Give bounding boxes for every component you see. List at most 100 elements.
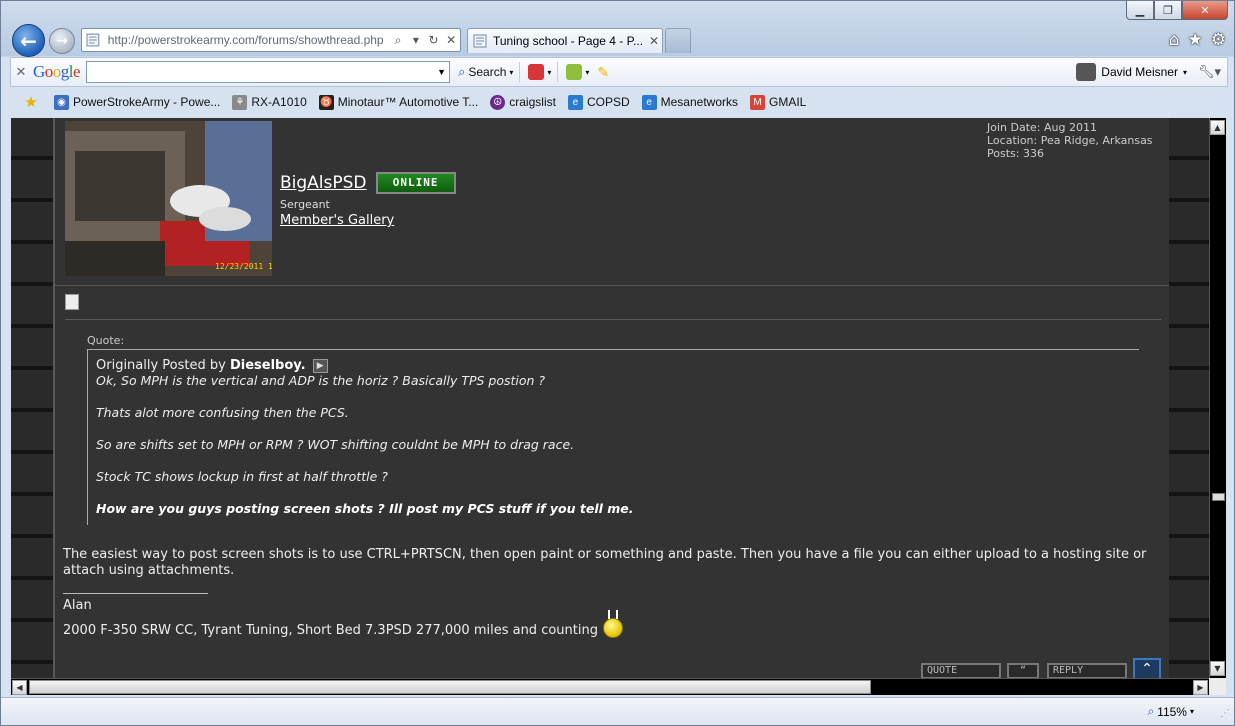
google-search-input[interactable]: ▼	[86, 61, 451, 83]
multiquote-button[interactable]: “	[1007, 663, 1039, 678]
quote-author: Dieselboy.	[229, 358, 306, 373]
favorite-link-6[interactable]: M GMAIL	[750, 94, 806, 110]
zoom-level: 115%	[1157, 704, 1187, 719]
back-to-top-button[interactable]: ⌃	[1133, 658, 1161, 678]
favorite-label: COPSD	[586, 95, 630, 109]
popup-blocker-icon	[528, 64, 545, 80]
close-tab-icon[interactable]: ✕	[646, 34, 662, 48]
maximize-button[interactable]: ❐	[1154, 1, 1182, 20]
horizontal-scrollbar[interactable]: ◀ ▶	[11, 678, 1209, 695]
user-avatar-photo[interactable]: 12/23/2011 14:16	[65, 121, 272, 276]
address-bar[interactable]: http://powerstrokearmy.com/forums/showth…	[81, 28, 461, 52]
zoom-magnifier-icon: ⌕	[1147, 704, 1155, 718]
quote-line: Ok, So MPH is the vertical and ADP is th…	[96, 373, 546, 388]
dropdown-icon[interactable]: ▾	[407, 33, 425, 47]
google-search-button[interactable]: ⌕ Search ▾	[458, 64, 513, 80]
favorites-star-icon[interactable]: ★	[1188, 30, 1203, 50]
signature-divider	[63, 593, 208, 594]
navigation-bar: ← → http://powerstrokearmy.com/forums/sh…	[1, 23, 1234, 57]
favorite-link-4[interactable]: e COPSD	[567, 94, 630, 110]
favorite-link-3[interactable]: ☮ craigslist	[490, 94, 556, 110]
wrench-icon[interactable]: 🔧︎▾	[1198, 64, 1221, 80]
avatar	[1076, 63, 1097, 81]
zoom-control[interactable]: ⌕ 115% ▾	[1147, 704, 1194, 719]
peace-icon: ☮	[490, 94, 506, 110]
search-history-dropdown-icon[interactable]: ▼	[437, 67, 446, 77]
ie-page-icon: e	[567, 94, 583, 110]
home-icon[interactable]: ⌂	[1169, 30, 1180, 50]
post-body: The easiest way to post screen shots is …	[63, 547, 1147, 578]
divider	[55, 285, 1169, 286]
tab-favicon-icon	[473, 34, 487, 48]
signature-text: 2000 F-350 SRW CC, Tyrant Tuning, Short …	[63, 623, 598, 638]
scroll-down-arrow-icon[interactable]: ▼	[1210, 661, 1225, 676]
popup-blocker-button[interactable]: ▾	[528, 64, 551, 80]
refresh-icon[interactable]: ↻	[425, 33, 443, 47]
quote-line: So are shifts set to MPH or RPM ? WOT sh…	[96, 437, 575, 452]
horizontal-scroll-thumb[interactable]	[29, 680, 871, 694]
scroll-up-arrow-icon[interactable]: ▲	[1210, 120, 1225, 135]
members-gallery-link[interactable]: Member's Gallery	[280, 213, 456, 228]
left-background-strip	[11, 118, 53, 678]
reply-button[interactable]: REPLY	[1047, 663, 1127, 678]
minimize-button[interactable]: ▁	[1126, 1, 1154, 20]
back-arrow-icon: ←	[20, 28, 37, 53]
vertical-scrollbar[interactable]: ▲ ▼	[1209, 118, 1226, 678]
close-window-button[interactable]: ✕	[1182, 1, 1228, 20]
add-bookmark-icon	[566, 64, 583, 80]
favorite-label: Mesanetworks	[660, 95, 739, 109]
address-url[interactable]: http://powerstrokearmy.com/forums/showth…	[108, 33, 390, 47]
svg-text:12/23/2011 14:16: 12/23/2011 14:16	[215, 262, 272, 271]
favorite-link-1[interactable]: ⚘ RX-A1010	[232, 94, 307, 110]
account-menu[interactable]: David Meisner ▾	[1076, 63, 1187, 81]
search-button-label: Search	[468, 65, 507, 79]
scroll-left-arrow-icon[interactable]: ◀	[12, 680, 27, 695]
scrollbar-corner	[1209, 678, 1226, 695]
user-info: BigAlsPSD ONLINE Sergeant Member's Galle…	[280, 172, 456, 228]
highlight-button[interactable]: ✎	[597, 64, 609, 81]
chevron-up-icon: ⌃	[1141, 661, 1153, 677]
user-meta: Join Date: Aug 2011 Location: Pea Ridge,…	[987, 121, 1153, 160]
engine-photo: 12/23/2011 14:16	[65, 121, 272, 276]
post-count: Posts: 336	[987, 147, 1044, 160]
status-bar: ⌕ 115% ▾ ⋰	[1, 697, 1234, 725]
user-rank: Sergeant	[280, 198, 330, 211]
favorite-label: RX-A1010	[251, 95, 307, 109]
scroll-right-arrow-icon[interactable]: ▶	[1193, 680, 1208, 695]
forward-button[interactable]: →	[49, 28, 75, 54]
vertical-scroll-thumb[interactable]	[1212, 493, 1225, 501]
chevron-down-icon: ▾	[509, 67, 514, 77]
favorite-link-5[interactable]: e Mesanetworks	[641, 94, 739, 110]
devil-smiley-icon	[602, 609, 623, 638]
quote-line: Thats alot more confusing then the PCS.	[96, 405, 349, 420]
reply-button-label: REPLY	[1053, 665, 1084, 676]
bookmarks-button[interactable]: ▾	[566, 64, 589, 80]
forum-post: 12/23/2011 14:16 BigAlsPSD ONLINE Sergea…	[53, 118, 1169, 678]
account-name: David Meisner	[1101, 65, 1178, 79]
chevron-down-icon: ▾	[585, 67, 590, 77]
view-post-arrow-icon[interactable]: ▶	[312, 358, 328, 373]
username-link[interactable]: BigAlsPSD	[280, 173, 367, 193]
gear-icon[interactable]: ⚙	[1211, 30, 1226, 50]
stop-icon[interactable]: ✕	[442, 33, 460, 47]
quote-button[interactable]: QUOTE	[921, 663, 1001, 678]
multiquote-button-label: “	[1019, 665, 1027, 676]
favorites-bar: ★ ◉ PowerStrokeArmy - Powe... ⚘ RX-A1010…	[10, 89, 1228, 115]
back-button[interactable]: ←	[12, 24, 45, 57]
resize-grip-icon[interactable]: ⋰	[1220, 708, 1230, 719]
quote-block: Originally Posted by Dieselboy. ▶ Ok, So…	[87, 349, 1139, 525]
search-magnifier-icon: ⌕	[458, 64, 466, 79]
yamaha-icon: ⚘	[232, 94, 248, 110]
online-status-badge: ONLINE	[375, 172, 456, 194]
signature: 2000 F-350 SRW CC, Tyrant Tuning, Short …	[63, 609, 623, 638]
location: Location: Pea Ridge, Arkansas	[987, 134, 1153, 147]
favorite-link-2[interactable]: ♉ Minotaur™ Automotive T...	[318, 94, 478, 110]
favorites-star-icon[interactable]: ★	[20, 93, 42, 111]
search-icon[interactable]: ⌕	[389, 33, 407, 48]
gmail-icon: M	[750, 94, 766, 110]
tab-tuning-school[interactable]: Tuning school - Page 4 - P... ✕	[467, 28, 663, 53]
close-toolbar-icon[interactable]: ✕	[11, 64, 31, 80]
forward-arrow-icon: →	[56, 33, 68, 49]
favorite-link-0[interactable]: ◉ PowerStrokeArmy - Powe...	[54, 94, 220, 110]
new-tab-button[interactable]	[665, 28, 691, 53]
